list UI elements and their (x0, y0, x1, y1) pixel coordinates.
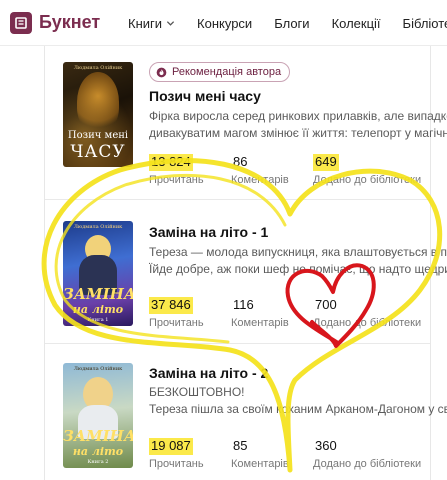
comments-count: 86 (233, 154, 248, 169)
cover-title-line1: Позич мені (67, 130, 129, 141)
cover-volume: Книга 1 (87, 317, 109, 323)
column-border-left (44, 46, 45, 480)
cover-title-line1: ЗАМІНА (63, 285, 133, 303)
cover-title-line2: ЧАСУ (70, 142, 126, 162)
book-description-line: Фірка виросла серед ринкових прилавків, … (149, 109, 447, 123)
comments-count: 85 (233, 438, 248, 453)
flame-icon (156, 67, 167, 77)
book-description-line: БЕЗКОШТОВНО! (149, 385, 245, 399)
book-title[interactable]: Позич мені часу (149, 88, 447, 104)
cover-author: Людмила Олійник (73, 366, 123, 372)
nav-library[interactable]: Бібліотека (403, 16, 447, 31)
library-label: Додано до бібліотеки (313, 174, 422, 186)
cover-author: Людмила Олійник (73, 224, 123, 230)
nav-books-label: Книги (128, 15, 163, 31)
nav-collections[interactable]: Колекції (332, 16, 381, 31)
reads-count: 19 087 (149, 438, 193, 455)
library-count: 649 (313, 154, 339, 171)
comments-label: Коментарів (231, 317, 289, 329)
book-title[interactable]: Заміна на літо - 2 (149, 365, 447, 381)
book-description-line: дивакуватим магом змінює її життя: телеп… (149, 126, 447, 140)
book-cover[interactable]: Людмила Олійник Позич мені ЧАСУ (63, 62, 133, 167)
library-label: Додано до бібліотеки (313, 317, 422, 329)
author-recommendation-badge: Рекомендація автора (149, 62, 291, 82)
book-description-line: Тереза пішла за своїм коханим Арканом-Да… (149, 402, 447, 416)
logo-text: Букнет (39, 12, 101, 32)
cover-volume: Книга 2 (87, 459, 109, 465)
cover-title-line2: на літо (72, 445, 124, 458)
top-header: Букнет Книги Конкурси Блоги Колекції Біб… (0, 0, 447, 46)
book-stats: 37 846 Прочитань 116 Коментарів 700 Додано … (149, 296, 447, 329)
book-title[interactable]: Заміна на літо - 1 (149, 224, 447, 240)
reads-label: Прочитань (149, 174, 204, 186)
nav-books[interactable]: Книги (128, 16, 175, 31)
cover-title-line1: ЗАМІНА (63, 427, 133, 445)
card-divider (45, 199, 430, 200)
book-cover[interactable]: Людмила Олійник ЗАМІНА на літо Книга 1 (63, 221, 133, 326)
reads-count: 37 846 (149, 297, 193, 314)
cover-author: Людмила Олійник (73, 65, 123, 71)
book-description-line: Тереза — молода випускниця, яка влаштову… (149, 245, 447, 259)
library-count: 700 (315, 297, 337, 312)
book-description-line: Їйде добре, аж поки шеф не помічає, що н… (149, 262, 447, 276)
library-label: Додано до бібліотеки (313, 458, 422, 470)
nav-contests[interactable]: Конкурси (197, 16, 252, 31)
comments-count: 116 (233, 297, 254, 312)
nav-blogs[interactable]: Блоги (274, 16, 309, 31)
book-cover[interactable]: Людмила Олійник ЗАМІНА на літо Книга 2 (63, 363, 133, 468)
reads-label: Прочитань (149, 317, 204, 329)
comments-label: Коментарів (231, 174, 289, 186)
reads-count: 13 824 (149, 154, 193, 171)
chevron-down-icon (166, 20, 175, 26)
main-nav: Книги Конкурси Блоги Колекції Бібліотека (128, 0, 447, 46)
badge-label: Рекомендація автора (172, 66, 282, 78)
site-logo[interactable]: Букнет (10, 11, 101, 34)
library-count: 360 (315, 438, 337, 453)
reads-label: Прочитань (149, 458, 204, 470)
book-stats: 19 087 Прочитань 85 Коментарів 360 Додано д… (149, 437, 447, 470)
card-divider (45, 343, 430, 344)
book-logo-icon (10, 11, 32, 34)
book-stats: 13 824 Прочитань 86 Коментарів 649 Додано д… (149, 153, 447, 186)
cover-title-line2: на літо (72, 303, 124, 316)
comments-label: Коментарів (231, 458, 289, 470)
